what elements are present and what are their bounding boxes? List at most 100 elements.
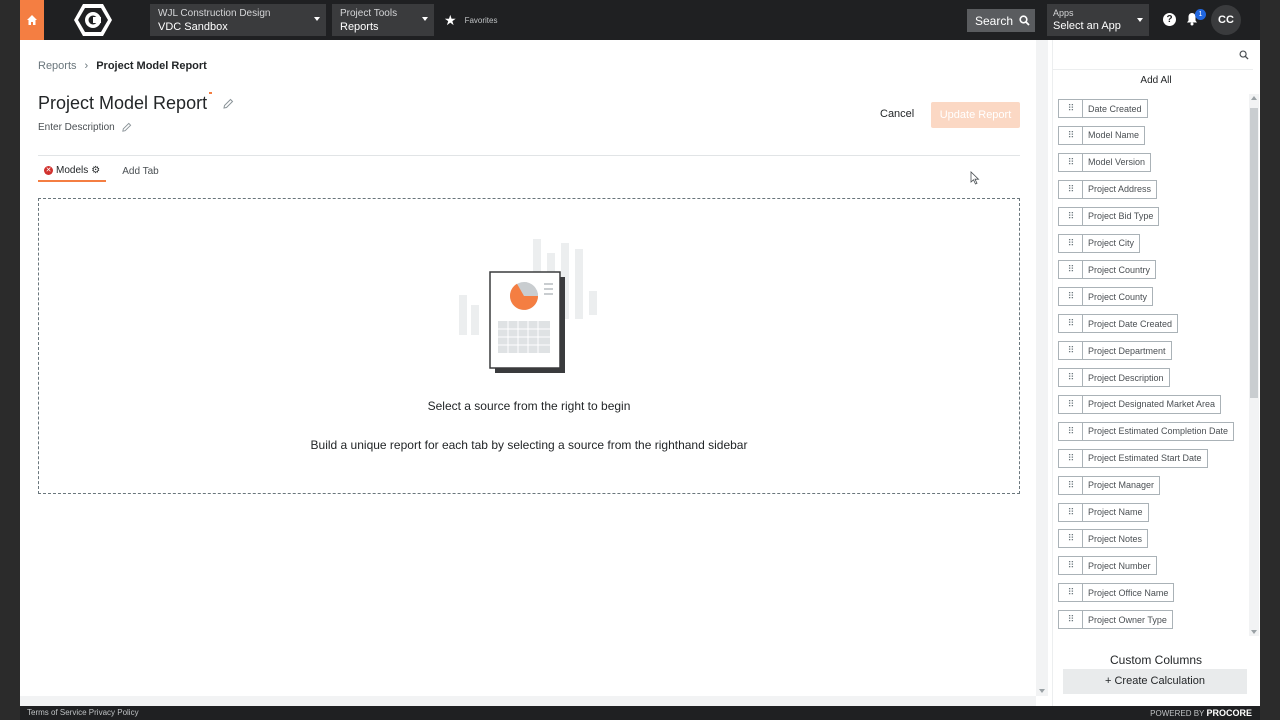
source-field-label: Project Office Name (1088, 587, 1169, 598)
source-field-item[interactable]: ⠿ Project Address (1058, 179, 1158, 199)
app-window: WJL Construction Design VDC Sandbox Proj… (20, 0, 1260, 720)
description-row[interactable]: Enter Description (38, 122, 132, 133)
tool-selector[interactable]: Project Tools Reports (332, 4, 434, 36)
source-field-item[interactable]: ⠿ Project Office Name (1058, 583, 1175, 603)
search-label: Search (975, 13, 1014, 28)
source-field-item[interactable]: ⠿ Project Bid Type (1058, 206, 1160, 226)
drag-handle-icon[interactable]: ⠿ (1059, 503, 1083, 521)
source-field-item[interactable]: ⠿ Project Notes (1058, 529, 1149, 549)
source-field-label: Project Manager (1088, 480, 1155, 491)
add-tab-button[interactable]: Add Tab (122, 166, 159, 177)
avatar[interactable]: CC (1211, 5, 1241, 35)
source-field-item[interactable]: ⠿ Project Estimated Start Date (1058, 448, 1208, 468)
drag-handle-icon[interactable]: ⠿ (1059, 557, 1083, 575)
source-field-label: Project County (1088, 291, 1148, 302)
close-icon[interactable]: ✕ (44, 165, 53, 175)
tab-models[interactable]: ✕ Models ⚙ (38, 160, 107, 182)
help-icon[interactable]: ? (1163, 13, 1176, 26)
drag-handle-icon[interactable]: ⠿ (1059, 153, 1083, 171)
source-sidebar: Add All ⠿ Date Created ⠿ Model Name ⠿ Model V… (1052, 40, 1260, 706)
create-calculation-button[interactable]: + Create Calculation (1063, 669, 1247, 694)
powered-by: POWERED BY PROCORE (1150, 708, 1252, 718)
drag-handle-icon[interactable]: ⠿ (1059, 395, 1083, 413)
chevron-down-icon (422, 17, 428, 21)
source-field-label: Project Notes (1088, 533, 1143, 544)
source-field-label: Project Bid Type (1088, 211, 1154, 222)
drag-handle-icon[interactable]: ⠿ (1059, 342, 1083, 360)
sidebar-scrollbar[interactable] (1249, 94, 1259, 636)
scroll-up-icon[interactable] (1251, 96, 1257, 100)
favorites-button[interactable]: ★ Favorites (444, 12, 497, 29)
search-icon (1019, 15, 1030, 26)
source-field-label: Project Department (1088, 345, 1166, 356)
drag-handle-icon[interactable]: ⠿ (1059, 288, 1083, 306)
drag-handle-icon[interactable]: ⠿ (1059, 611, 1083, 629)
search-icon (1239, 50, 1249, 60)
source-field-item[interactable]: ⠿ Project Manager (1058, 475, 1161, 495)
powered-by-label: POWERED BY (1150, 709, 1205, 718)
main-scrollbar[interactable] (1036, 40, 1048, 696)
required-marker (209, 91, 213, 94)
project-selector[interactable]: WJL Construction Design VDC Sandbox (150, 4, 326, 36)
source-field-item[interactable]: ⠿ Project Owner Type (1058, 610, 1173, 630)
scrollbar-thumb[interactable] (1250, 108, 1258, 398)
drag-handle-icon[interactable]: ⠿ (1059, 422, 1083, 440)
pencil-icon[interactable] (222, 98, 234, 110)
scroll-down-icon[interactable] (1039, 689, 1045, 693)
drag-handle-icon[interactable]: ⠿ (1059, 234, 1083, 252)
source-field-item[interactable]: ⠿ Project Estimated Completion Date (1058, 421, 1235, 441)
source-field-item[interactable]: ⠿ Project Date Created (1058, 314, 1179, 334)
source-field-item[interactable]: ⠿ Project Country (1058, 260, 1157, 280)
drag-handle-icon[interactable]: ⠿ (1059, 261, 1083, 279)
cancel-button[interactable]: Cancel (880, 108, 914, 120)
source-field-item[interactable]: ⠿ Project Description (1058, 368, 1170, 387)
update-report-button[interactable]: Update Report (931, 102, 1020, 128)
chevron-right-icon: › (84, 60, 89, 72)
source-field-label: Project Number (1088, 560, 1151, 571)
procore-logo-icon (74, 4, 112, 36)
search-button[interactable]: Search (967, 9, 1035, 32)
source-field-label: Project Estimated Start Date (1088, 453, 1202, 464)
scroll-down-icon[interactable] (1251, 630, 1257, 634)
drag-handle-icon[interactable]: ⠿ (1059, 315, 1083, 333)
drag-handle-icon[interactable]: ⠿ (1059, 180, 1083, 198)
apps-selector[interactable]: Apps Select an App (1047, 4, 1149, 36)
add-all-button[interactable]: Add All (1053, 75, 1259, 86)
breadcrumb-link-reports[interactable]: Reports (38, 60, 77, 72)
drag-handle-icon[interactable]: ⠿ (1059, 207, 1083, 225)
source-field-item[interactable]: ⠿ Project City (1058, 233, 1141, 253)
tool-label: Project Tools (340, 8, 398, 19)
source-field-item[interactable]: ⠿ Model Version (1058, 152, 1152, 172)
pencil-icon[interactable] (121, 122, 132, 133)
gear-icon[interactable]: ⚙ (91, 165, 100, 176)
source-field-item[interactable]: ⠿ Project Name (1058, 502, 1149, 522)
source-field-item[interactable]: ⠿ Project County (1058, 287, 1154, 307)
drag-handle-icon[interactable]: ⠿ (1059, 369, 1083, 386)
drag-handle-icon[interactable]: ⠿ (1059, 100, 1083, 117)
horizontal-scrollbar[interactable] (20, 696, 1036, 706)
notification-badge: 1 (1195, 9, 1206, 20)
source-field-item[interactable]: ⠿ Project Department (1058, 341, 1172, 361)
home-icon (27, 15, 37, 25)
chevron-down-icon (1137, 18, 1143, 22)
source-field-label: Project City (1088, 238, 1135, 248)
source-field-item[interactable]: ⠿ Project Number (1058, 556, 1157, 576)
top-nav-bar: WJL Construction Design VDC Sandbox Proj… (20, 0, 1260, 40)
drag-handle-icon[interactable]: ⠿ (1059, 530, 1083, 548)
drag-handle-icon[interactable]: ⠿ (1059, 476, 1083, 494)
breadcrumb: Reports › Project Model Report (38, 60, 207, 72)
source-field-label: Model Version (1088, 157, 1146, 168)
source-field-item[interactable]: ⠿ Date Created (1058, 99, 1148, 118)
source-field-item[interactable]: ⠿ Model Name (1058, 125, 1146, 145)
sidebar-search-input[interactable] (1053, 40, 1253, 70)
drag-handle-icon[interactable]: ⠿ (1059, 449, 1083, 467)
drag-handle-icon[interactable]: ⠿ (1059, 584, 1083, 602)
description-placeholder[interactable]: Enter Description (38, 122, 115, 133)
source-field-label: Project Owner Type (1088, 614, 1167, 625)
source-field-item[interactable]: ⠿ Project Designated Market Area (1058, 394, 1222, 414)
footer-links[interactable]: Terms of Service Privacy Policy (27, 708, 139, 717)
drag-handle-icon[interactable]: ⠿ (1059, 126, 1083, 144)
company-logo[interactable] (44, 0, 142, 40)
home-button[interactable] (20, 0, 44, 40)
company-label: WJL Construction Design (158, 8, 271, 19)
